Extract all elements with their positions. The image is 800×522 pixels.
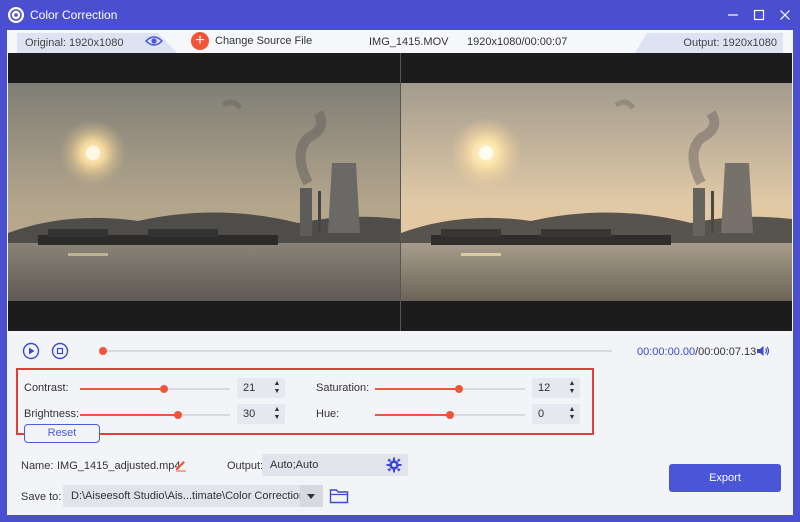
contrast-stepper[interactable]: 21 ▲ ▼ — [237, 378, 285, 398]
hue-slider[interactable] — [375, 411, 525, 419]
saturation-value: 12 — [538, 382, 551, 394]
brightness-slider-fill — [80, 414, 178, 416]
hue-slider-fill — [375, 414, 450, 416]
volume-icon[interactable] — [755, 343, 771, 362]
chevron-down-icon — [307, 494, 315, 499]
eye-icon[interactable] — [144, 33, 164, 52]
contrast-slider-fill — [80, 388, 164, 390]
output-preview-image — [401, 83, 793, 301]
adjustment-panel: Contrast: 21 ▲ ▼ Saturation: 12 ▲ ▼ Bright… — [16, 368, 594, 443]
saturation-slider-fill — [375, 388, 459, 390]
time-readout: 00:00:00.00/00:00:07.13 — [637, 346, 756, 358]
plus-circle-icon[interactable]: + — [191, 32, 209, 50]
saturation-stepper-arrows[interactable]: ▲ ▼ — [567, 380, 577, 396]
playback-bar: 00:00:00.00/00:00:07.13 — [7, 334, 793, 368]
hue-stepper[interactable]: 0 ▲ ▼ — [532, 404, 580, 424]
output-file-name: IMG_1415_adjusted.mp4 — [57, 460, 181, 472]
info-bar: Original: 1920x1080 + Change Source File… — [7, 30, 793, 53]
saturation-slider-handle[interactable] — [455, 385, 463, 393]
stop-icon[interactable] — [51, 342, 69, 363]
export-button[interactable]: Export — [669, 464, 781, 492]
brightness-stepper-arrows[interactable]: ▲ ▼ — [272, 406, 282, 422]
main-content: Original: 1920x1080 + Change Source File… — [7, 30, 793, 515]
saturation-label: Saturation: — [316, 382, 370, 394]
brightness-value: 30 — [243, 408, 256, 420]
window-title: Color Correction — [30, 8, 118, 22]
contrast-label: Contrast: — [24, 382, 69, 394]
brightness-slider-handle[interactable] — [173, 411, 182, 419]
hue-value: 0 — [538, 408, 545, 420]
hue-slider-handle[interactable] — [446, 411, 454, 419]
save-path-dropdown[interactable] — [300, 485, 323, 507]
contrast-stepper-arrows[interactable]: ▲ ▼ — [272, 380, 282, 396]
seek-handle[interactable] — [99, 347, 107, 355]
output-settings-field[interactable]: Auto;Auto — [262, 454, 408, 476]
play-icon[interactable] — [22, 342, 40, 363]
seek-track[interactable] — [102, 350, 612, 352]
current-time: 00:00:00.00 — [637, 346, 696, 358]
save-to-label: Save to: — [21, 491, 62, 503]
hue-label: Hue: — [316, 408, 340, 420]
saturation-slider[interactable] — [375, 385, 525, 393]
source-file-name: IMG_1415.MOV — [369, 36, 449, 48]
maximize-button[interactable] — [750, 6, 768, 24]
output-format-value: Auto;Auto — [270, 459, 319, 471]
palette-icon — [8, 7, 24, 23]
name-label: Name: — [21, 460, 54, 472]
output-tab: Output: 1920x1080 — [635, 33, 783, 53]
hue-stepper-arrows[interactable]: ▲ ▼ — [567, 406, 577, 422]
brightness-label: Brightness: — [24, 408, 80, 420]
original-preview-image — [8, 83, 400, 301]
reset-button[interactable]: Reset — [24, 424, 100, 443]
change-source-file-button[interactable]: Change Source File — [215, 35, 312, 47]
color-correction-window: Color Correction Original: 1920x1080 + C… — [0, 0, 800, 522]
contrast-value: 21 — [243, 382, 256, 394]
video-preview — [8, 53, 792, 331]
title-bar: Color Correction — [0, 0, 800, 30]
folder-icon[interactable] — [329, 487, 349, 508]
output-resolution-label: Output: 1920x1080 — [683, 37, 777, 49]
source-file-info: 1920x1080/00:00:07 — [467, 36, 568, 48]
pencil-icon[interactable] — [174, 458, 188, 475]
minimize-button[interactable] — [724, 6, 742, 24]
saturation-stepper[interactable]: 12 ▲ ▼ — [532, 378, 580, 398]
output-label: Output: — [227, 460, 264, 472]
contrast-slider-handle[interactable] — [160, 385, 168, 393]
total-time: /00:00:07.13 — [695, 346, 757, 358]
gear-icon[interactable] — [386, 457, 402, 476]
close-button[interactable] — [776, 6, 794, 24]
save-path-value: D:\Aiseesoft Studio\Ais...timate\Color C… — [71, 490, 306, 502]
contrast-slider[interactable] — [80, 385, 230, 393]
brightness-stepper[interactable]: 30 ▲ ▼ — [237, 404, 285, 424]
original-resolution-label: Original: 1920x1080 — [25, 37, 124, 49]
brightness-slider[interactable] — [80, 411, 230, 419]
save-path-field[interactable]: D:\Aiseesoft Studio\Ais...timate\Color C… — [63, 485, 323, 507]
